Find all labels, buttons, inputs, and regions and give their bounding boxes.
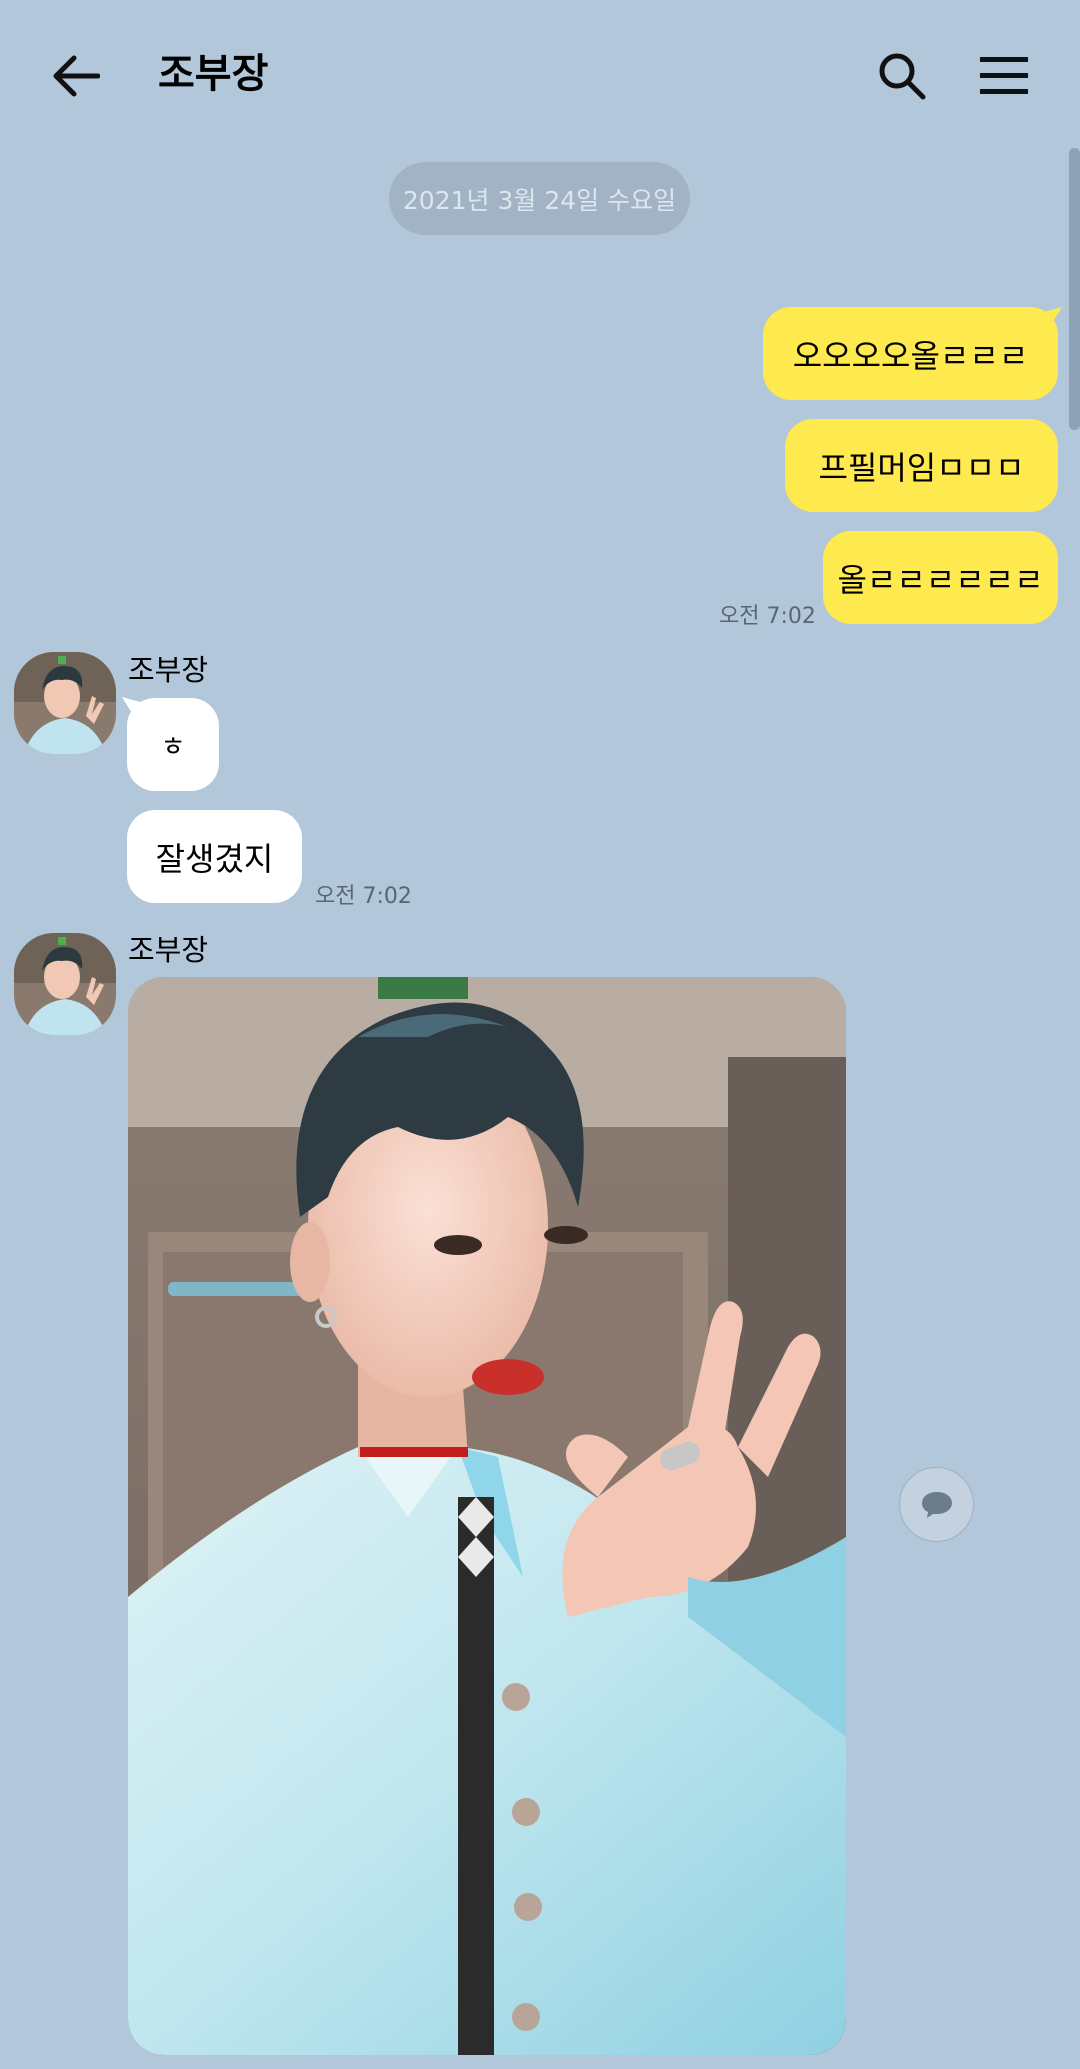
- my-message-bubble[interactable]: 오오오오올ㄹㄹㄹ: [763, 307, 1058, 400]
- my-message-bubble[interactable]: 프필머임ㅁㅁㅁ: [785, 419, 1058, 512]
- message-text: 잘생겼지: [155, 839, 274, 878]
- photo-message[interactable]: [128, 977, 846, 2055]
- sender-name: 조부장: [128, 653, 209, 687]
- speech-bubble-icon: [921, 1491, 952, 1518]
- search-icon: [879, 53, 926, 100]
- message-time: 오전 7:02: [315, 884, 412, 909]
- profile-photo: [14, 933, 116, 1035]
- share-button[interactable]: [899, 1467, 974, 1542]
- hamburger-menu-icon: [980, 57, 1028, 94]
- message-text: 프필머임ㅁㅁㅁ: [818, 448, 1025, 487]
- their-message-bubble[interactable]: ㅎ: [127, 698, 219, 791]
- scrollbar[interactable]: [1069, 148, 1080, 430]
- message-text: 올ㄹㄹㄹㄹㄹㄹ: [837, 560, 1044, 599]
- menu-button[interactable]: [968, 40, 1040, 112]
- avatar[interactable]: [14, 652, 116, 754]
- message-time: 오전 7:02: [719, 604, 816, 629]
- profile-photo: [14, 652, 116, 754]
- avatar[interactable]: [14, 933, 116, 1035]
- selfie-photo: [128, 977, 846, 2055]
- date-divider: 2021년 3월 24일 수요일: [389, 162, 690, 235]
- message-text: ㅎ: [160, 732, 186, 763]
- message-text: 오오오오올ㄹㄹㄹ: [792, 336, 1029, 375]
- back-button[interactable]: [40, 40, 112, 112]
- their-message-bubble[interactable]: 잘생겼지: [127, 810, 302, 903]
- chat-title: 조부장: [158, 51, 269, 97]
- my-message-bubble[interactable]: 올ㄹㄹㄹㄹㄹㄹ: [823, 531, 1058, 624]
- arrow-left-icon: [53, 55, 100, 97]
- search-button[interactable]: [866, 40, 938, 112]
- sender-name: 조부장: [128, 933, 209, 967]
